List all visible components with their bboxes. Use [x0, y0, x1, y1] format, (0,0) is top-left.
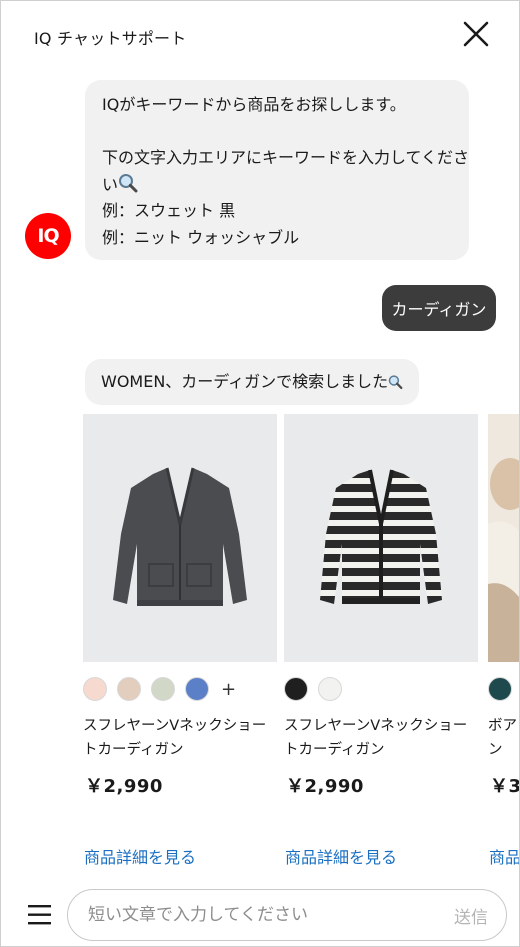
- product-name: ボアフン: [488, 714, 519, 762]
- message-input-container: 送信: [67, 889, 507, 941]
- message-line: 例：スウェット 黒: [102, 201, 236, 220]
- more-colors-indicator: +: [221, 678, 237, 700]
- color-swatches: [488, 676, 519, 702]
- message-line: IQがキーワードから商品をお探しします。: [102, 95, 406, 114]
- product-carousel[interactable]: + スフレヤーンVネックショートカーディガン ￥2,990 商品詳細を見る スフ…: [83, 414, 520, 874]
- product-card[interactable]: スフレヤーンVネックショートカーディガン ￥2,990 商品詳細を見る: [284, 414, 478, 874]
- bot-message-search-result: WOMEN、カーディガンで検索しました: [85, 359, 419, 405]
- color-swatch[interactable]: [488, 677, 512, 701]
- product-price: ￥2,990: [85, 776, 163, 797]
- product-name: スフレヤーンVネックショートカーディガン: [83, 718, 267, 758]
- chat-title: IQ チャットサポート: [34, 29, 187, 48]
- hamburger-menu-icon[interactable]: [28, 904, 52, 926]
- menu-button[interactable]: [28, 904, 52, 926]
- product-detail-link[interactable]: 商品詳細を見る: [285, 844, 397, 868]
- message-input[interactable]: [88, 898, 408, 932]
- user-message: カーディガン: [382, 285, 496, 331]
- send-button[interactable]: 送信: [454, 903, 488, 928]
- product-price: ￥2,990: [286, 776, 364, 797]
- product-name-line: ボアフ: [488, 718, 519, 734]
- color-swatch[interactable]: [318, 677, 342, 701]
- color-swatch[interactable]: [151, 677, 175, 701]
- product-name: スフレヤーンVネックショートカーディガン: [284, 718, 468, 758]
- iq-avatar: IQ: [25, 213, 71, 259]
- color-swatches: [284, 676, 352, 702]
- product-detail-link[interactable]: 商品詳細を見る: [84, 844, 196, 868]
- chat-window: IQ チャットサポート IQがキーワードから商品をお探しします。 下の文字入力エ…: [0, 0, 520, 947]
- bot-message-intro: IQがキーワードから商品をお探しします。 下の文字入力エリアにキーワードを入力し…: [85, 80, 469, 260]
- product-image[interactable]: [284, 414, 478, 662]
- color-swatch[interactable]: [185, 677, 209, 701]
- product-image[interactable]: [83, 414, 277, 662]
- product-card[interactable]: ボアフン ￥3 商品: [488, 414, 520, 874]
- magnifier-icon: [119, 173, 138, 192]
- close-icon[interactable]: [461, 19, 491, 49]
- message-line: 例：ニット ウォッシャブル: [102, 227, 300, 247]
- product-card[interactable]: + スフレヤーンVネックショートカーディガン ￥2,990 商品詳細を見る: [83, 414, 277, 874]
- search-result-text: WOMEN、カーディガンで検索しました: [101, 371, 389, 391]
- message-line-text: い: [102, 174, 119, 194]
- cardigan-gray-image: [113, 467, 247, 606]
- message-line: い: [102, 172, 453, 199]
- color-swatch[interactable]: [83, 677, 107, 701]
- color-swatch[interactable]: [117, 677, 141, 701]
- model-boa-fleece-image: [488, 458, 519, 662]
- product-price: ￥3: [490, 776, 520, 797]
- message-line: 下の文字入力エリアにキーワードを入力してくださ: [102, 148, 470, 167]
- close-button[interactable]: [461, 19, 491, 49]
- cardigan-striped-image: [320, 469, 442, 604]
- color-swatches: +: [83, 676, 236, 702]
- product-detail-link[interactable]: 商品: [489, 844, 519, 868]
- product-image[interactable]: [488, 414, 519, 662]
- color-swatch[interactable]: [284, 677, 308, 701]
- product-name-line: ン: [488, 742, 503, 758]
- magnifier-icon: [388, 375, 403, 390]
